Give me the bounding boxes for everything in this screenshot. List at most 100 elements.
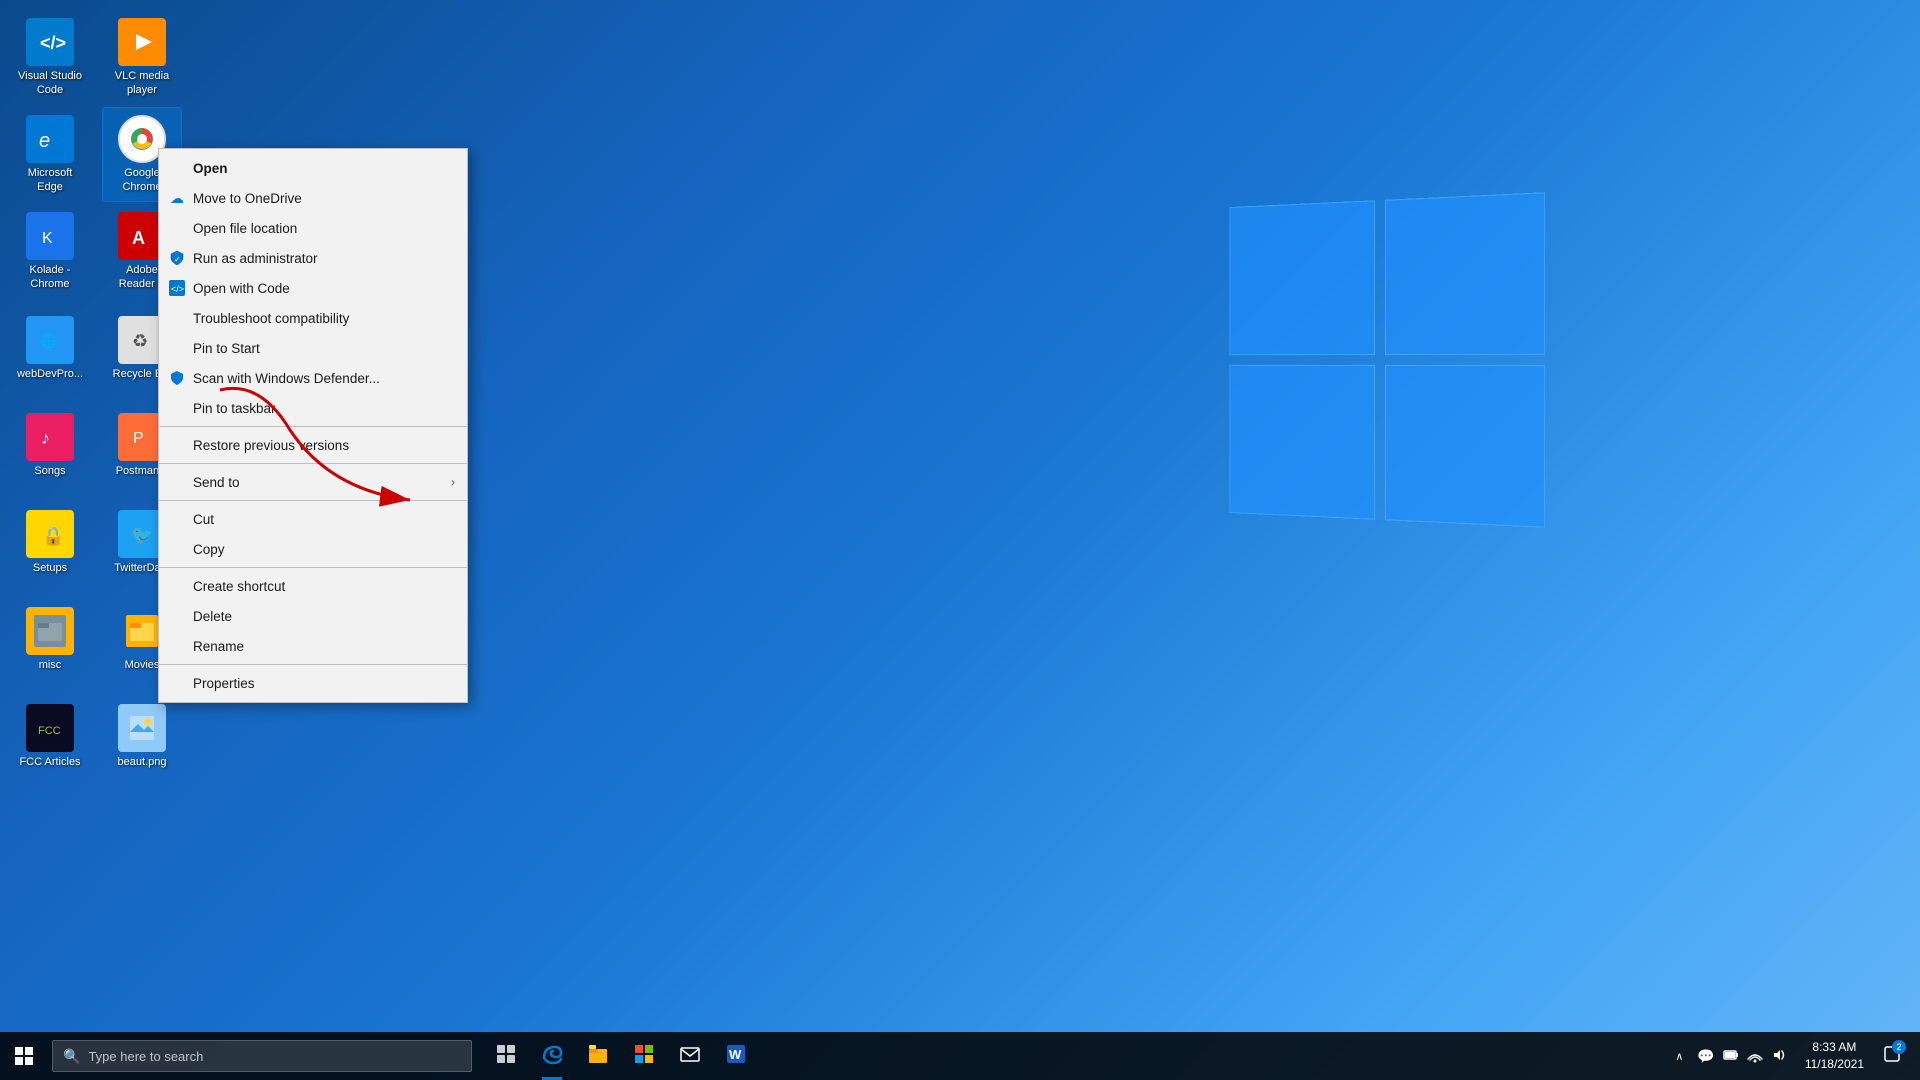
movies-label: Movies [125, 659, 160, 672]
ctx-copy-label: Copy [193, 542, 225, 557]
desktop-icon-songs[interactable]: ♪ Songs [10, 398, 90, 493]
taskbar-explorer-icon [587, 1043, 609, 1070]
tray-icons-container: 💬 [1687, 1045, 1796, 1068]
ctx-open-file-location[interactable]: Open file location [159, 213, 467, 243]
taskbar-mail-icon [679, 1043, 701, 1070]
ctx-open[interactable]: Open [159, 153, 467, 183]
open-icon [167, 158, 187, 178]
beaut-icon [118, 704, 166, 752]
vlc-icon [118, 18, 166, 66]
taskbar-mail-button[interactable] [668, 1032, 712, 1080]
separator-5 [159, 664, 467, 665]
taskbar-edge-button[interactable] [530, 1032, 574, 1080]
ctx-properties[interactable]: Properties [159, 668, 467, 698]
desktop: </> Visual Studio Code VLC mediaplayer e… [0, 0, 1920, 1080]
start-button[interactable] [0, 1032, 48, 1080]
file-location-icon [167, 218, 187, 238]
notification-center-button[interactable]: 2 [1872, 1032, 1912, 1080]
ctx-troubleshoot[interactable]: Troubleshoot compatibility [159, 303, 467, 333]
desktop-icon-fcc[interactable]: FCC FCC Articles [10, 689, 90, 784]
taskbar-word-button[interactable]: W [714, 1032, 758, 1080]
svg-text:🔒: 🔒 [42, 526, 64, 546]
ctx-troubleshoot-label: Troubleshoot compatibility [193, 311, 349, 326]
separator-3 [159, 500, 467, 501]
taskbar-explorer-button[interactable] [576, 1032, 620, 1080]
tray-volume-icon[interactable] [1769, 1045, 1789, 1068]
ctx-open-code-label: Open with Code [193, 281, 290, 296]
ctx-cut[interactable]: Cut [159, 504, 467, 534]
system-clock[interactable]: 8:33 AM 11/18/2021 [1797, 1032, 1872, 1080]
beaut-label: beaut.png [118, 756, 167, 769]
tray-communication-icon[interactable]: 💬 [1695, 1046, 1716, 1067]
ctx-pin-start-label: Pin to Start [193, 341, 260, 356]
ctx-onedrive-label: Move to OneDrive [193, 191, 302, 206]
separator-1 [159, 426, 467, 427]
delete-icon [167, 606, 187, 626]
svg-text:🐦: 🐦 [131, 525, 153, 545]
webdev-label: webDevPro... [17, 368, 83, 381]
svg-text:e: e [39, 130, 50, 152]
onedrive-icon: ☁ [167, 188, 187, 208]
tray-expand-button[interactable]: ∧ [1671, 1046, 1687, 1067]
kolade-icon: K [26, 212, 74, 260]
clock-date: 11/18/2021 [1805, 1056, 1864, 1073]
desktop-icon-vscode[interactable]: </> Visual Studio Code [10, 10, 90, 105]
chrome-label: GoogleChrome [122, 167, 161, 193]
ctx-scan-defender[interactable]: Scan with Windows Defender... [159, 363, 467, 393]
pin-start-icon [167, 338, 187, 358]
ctx-restore-label: Restore previous versions [193, 438, 349, 453]
tray-battery-icon[interactable] [1721, 1045, 1741, 1068]
svg-text:♪: ♪ [41, 428, 50, 448]
ctx-pin-start[interactable]: Pin to Start [159, 333, 467, 363]
kolade-label: Kolade -Chrome [30, 264, 71, 290]
taskbar-word-icon: W [725, 1043, 747, 1070]
admin-icon: ✓ [167, 248, 187, 268]
desktop-icon-setups[interactable]: 🔒 Setups [10, 495, 90, 590]
ctx-send-to[interactable]: Send to › [159, 467, 467, 497]
ctx-open-with-code[interactable]: </> Open with Code [159, 273, 467, 303]
task-view-button[interactable] [484, 1032, 528, 1080]
cut-icon [167, 509, 187, 529]
taskbar-store-button[interactable] [622, 1032, 666, 1080]
ctx-pin-taskbar[interactable]: Pin to taskbar [159, 393, 467, 423]
tray-network-icon[interactable] [1745, 1045, 1765, 1068]
ctx-copy[interactable]: Copy [159, 534, 467, 564]
ctx-rename-label: Rename [193, 639, 244, 654]
ctx-delete[interactable]: Delete [159, 601, 467, 631]
svg-text:K: K [42, 230, 53, 247]
desktop-icon-edge[interactable]: e MicrosoftEdge [10, 107, 90, 202]
ctx-run-admin[interactable]: ✓ Run as administrator [159, 243, 467, 273]
setups-icon: 🔒 [26, 510, 74, 558]
ctx-restore[interactable]: Restore previous versions [159, 430, 467, 460]
desktop-icon-beaut[interactable]: beaut.png [102, 689, 182, 784]
taskbar-store-icon [633, 1043, 655, 1070]
ctx-rename[interactable]: Rename [159, 631, 467, 661]
taskbar: 🔍 Type here to search [0, 1032, 1920, 1080]
send-to-icon [167, 472, 187, 492]
ctx-open-label: Open [193, 161, 228, 176]
ctx-create-shortcut[interactable]: Create shortcut [159, 571, 467, 601]
ctx-move-onedrive[interactable]: ☁ Move to OneDrive [159, 183, 467, 213]
search-placeholder: Type here to search [88, 1049, 203, 1064]
system-tray: ∧ 💬 8:33 AM 11/18/2021 [1671, 1032, 1920, 1080]
misc-label: misc [39, 659, 62, 672]
copy-icon [167, 539, 187, 559]
vscode-icon: </> [26, 18, 74, 66]
desktop-icon-kolade[interactable]: K Kolade -Chrome [10, 204, 90, 299]
vscode-ctx-icon: </> [167, 278, 187, 298]
svg-text:♻: ♻ [132, 331, 148, 351]
desktop-icon-vlc[interactable]: VLC mediaplayer [102, 10, 182, 105]
ctx-shortcut-label: Create shortcut [193, 579, 285, 594]
defender-ctx-icon [167, 368, 187, 388]
clock-time: 8:33 AM [1812, 1039, 1856, 1056]
desktop-icon-misc[interactable]: misc [10, 592, 90, 687]
webdev-icon: 🌐 [26, 316, 74, 364]
setups-label: Setups [33, 562, 67, 575]
songs-label: Songs [34, 465, 65, 478]
ctx-cut-label: Cut [193, 512, 214, 527]
taskbar-search[interactable]: 🔍 Type here to search [52, 1040, 472, 1072]
shortcut-icon [167, 576, 187, 596]
desktop-icon-webdev[interactable]: 🌐 webDevPro... [10, 301, 90, 396]
rename-icon [167, 636, 187, 656]
misc-icon [26, 607, 74, 655]
